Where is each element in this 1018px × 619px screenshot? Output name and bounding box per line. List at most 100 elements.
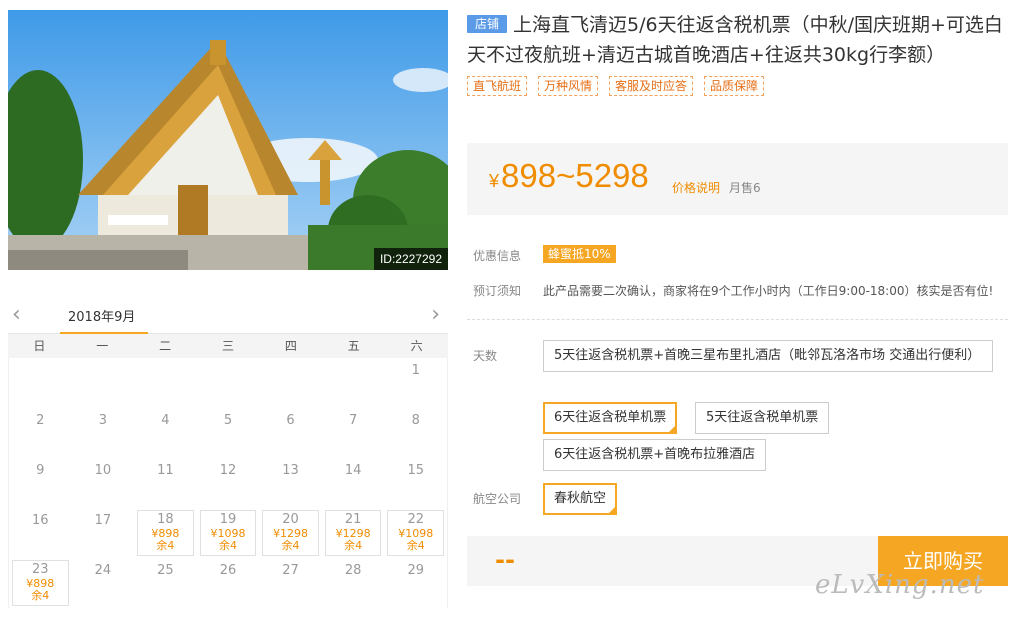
temple-illustration [8,10,448,270]
calendar-day: 27 [259,558,322,608]
shop-badge[interactable]: 店铺 [467,15,508,33]
day-number: 25 [157,563,174,578]
calendar-day: 26 [197,558,260,608]
day-option-4[interactable]: 6天往返含税机票+首晚布拉雅酒店 [543,439,767,471]
day-number: 9 [36,463,45,478]
calendar-day-available[interactable]: 20 ¥1298 余4 [262,510,319,556]
day-number: 4 [161,413,170,428]
day-remaining: 余4 [31,589,50,602]
day-remaining: 余4 [281,539,300,552]
weekday-label: 三 [222,339,235,353]
day-number: 14 [344,463,362,478]
calendar-day: 4 [134,408,197,458]
watermark-text: eLvXing.net [815,570,985,600]
calendar-day-available[interactable]: 21 ¥1298 余4 [324,510,382,556]
calendar-day: 13 [259,458,322,508]
calendar-day: 5 [197,408,260,458]
price-range: ¥898~5298 [489,157,649,195]
price-box: ¥898~5298 价格说明 月售6 [467,143,1008,215]
calendar-day: 17 [72,508,135,558]
calendar-grid: 1 2 3 4 5 6 7 8 9 10 11 12 13 14 15 16 17 18 ¥898 余4 19 ¥1098… [8,358,448,608]
price-range-value: 898~5298 [501,157,649,194]
product-tag: 客服及时应答 [609,76,694,96]
day-number: 3 [98,413,107,428]
calendar-day: 9 [9,458,72,508]
calendar-day [322,358,385,408]
day-number: 10 [94,463,112,478]
day-option-1[interactable]: 5天往返含税机票+首晚三星布里扎酒店（毗邻瓦洛洛市场 交通出行便利） [543,340,993,372]
next-month-icon[interactable]: › [431,304,440,326]
booking-label: 预订须知 [473,284,522,298]
product-tag: 品质保障 [704,76,765,96]
product-tags: 直飞航班 万种风情 客服及时应答 品质保障 [467,76,1008,96]
calendar-day-available[interactable]: 23 ¥898 余4 [12,560,69,606]
day-number: 20 [282,512,299,527]
product-photo: ID:2227292 [8,10,448,270]
day-number: 29 [407,563,424,578]
currency-symbol: ¥ [489,171,500,191]
day-option-2[interactable]: 6天往返含税单机票 [543,402,678,434]
calendar-day: 11 [134,458,197,508]
day-number: 16 [32,513,49,528]
product-info: 店铺 上海直飞清迈5/6天往返含税机票（中秋/国庆班期+可选白天不过夜航班+清迈古… [467,10,1008,96]
day-number: 21 [344,512,362,527]
weekday-header: 日一二三四五六 [8,334,448,358]
day-number: 19 [219,512,237,527]
weekday-label: 六 [410,339,423,353]
airline-label: 航空公司 [473,492,522,506]
booking-text: 此产品需要二次确认，商家将在9个工作小时内（工作日9:00-18:00）核实是否… [543,284,994,298]
calendar-day-available[interactable]: 19 ¥1098 余4 [199,510,257,556]
days-label: 天数 [473,349,498,363]
day-number: 26 [219,563,237,578]
day-number: 18 [157,512,174,527]
day-number: 23 [32,562,49,577]
day-number: 13 [282,463,299,478]
day-number: 12 [219,463,237,478]
calendar-day: 7 [322,408,385,458]
calendar-day: 16 [9,508,72,558]
product-tag: 直飞航班 [467,76,528,96]
day-option-3[interactable]: 5天往返含税单机票 [695,402,830,434]
calendar-header: ‹ 2018年9月 › [8,298,448,334]
weekday-label: 五 [347,339,360,353]
calendar-day: 3 [72,408,135,458]
weekday-label: 日 [33,339,46,353]
calendar-day: 28 [322,558,385,608]
calendar-day [259,358,322,408]
day-number: 2 [36,413,45,428]
airline-option[interactable]: 春秋航空 [543,483,618,515]
day-number: 24 [94,563,112,578]
calendar-day: 24 [72,558,135,608]
day-number: 7 [348,413,358,428]
weekday-label: 四 [284,339,297,353]
day-remaining: 余4 [156,539,175,552]
calendar-day-available[interactable]: 18 ¥898 余4 [137,510,194,556]
calendar-day: 1 [384,358,447,408]
calendar-day: 2 [9,408,72,458]
day-remaining: 余4 [218,539,237,552]
day-number: 1 [411,363,420,378]
calendar-month-tab[interactable]: 2018年9月 [60,306,148,334]
day-number: 15 [407,463,424,478]
calendar-day: 8 [384,408,447,458]
product-title-text: 上海直飞清迈5/6天往返含税机票（中秋/国庆班期+可选白天不过夜航班+清迈古城首… [467,14,1003,66]
weekday-label: 二 [159,339,172,353]
photo-id-label: ID:2227292 [373,248,448,270]
calendar-day: 29 [384,558,447,608]
booking-row: 预订须知 此产品需要二次确认，商家将在9个工作小时内（工作日9:00-18:00… [473,282,993,299]
day-number: 27 [282,563,299,578]
day-number: 28 [344,563,362,578]
day-number: 11 [157,463,174,478]
day-number: 8 [411,413,420,428]
calendar-day-available[interactable]: 22 ¥1098 余4 [387,510,444,556]
calendar-day [9,358,72,408]
day-number: 17 [94,513,112,528]
day-remaining: 余4 [406,539,425,552]
calendar-day [72,358,135,408]
day-number: 5 [223,413,233,428]
day-remaining: 余4 [344,539,363,552]
divider [467,319,1008,320]
price-note-link[interactable]: 价格说明 [672,179,720,196]
prev-month-icon[interactable]: ‹ [12,304,21,326]
promo-badge: 蜂蜜抵10% [543,245,616,263]
